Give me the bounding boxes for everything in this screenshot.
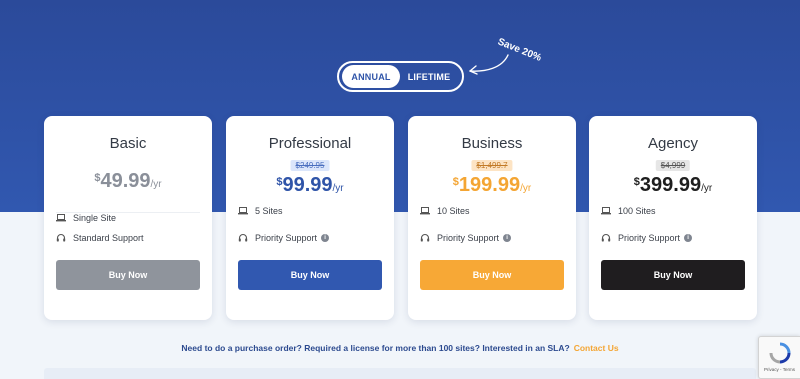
buy-now-button[interactable]: Buy Now <box>56 260 200 290</box>
billing-toggle[interactable]: ANNUAL LIFETIME <box>337 61 464 92</box>
plan-name: Business <box>461 135 523 152</box>
feature-item: Priority Support i <box>420 233 512 243</box>
buy-now-button[interactable]: Buy Now <box>601 260 745 290</box>
plan-card-basic: Basic $49.99/yr Single Site Standard Sup… <box>44 116 212 320</box>
headset-icon <box>601 233 611 243</box>
laptop-icon <box>238 206 248 216</box>
original-price: $249.95 <box>290 160 330 171</box>
plan-price: $49.99/yr <box>94 170 162 192</box>
original-price: $4,999 <box>655 160 691 171</box>
headset-icon <box>420 233 430 243</box>
feature-item: Priority Support i <box>601 233 693 243</box>
info-icon[interactable]: i <box>503 234 512 242</box>
next-section-edge <box>44 368 756 379</box>
feature-item: Single Site <box>56 213 116 223</box>
feature-item: Standard Support <box>56 233 144 243</box>
recaptcha-links[interactable]: Privacy - Terms <box>759 367 800 372</box>
original-price: $1,499.7 <box>471 160 513 171</box>
headset-icon <box>238 233 248 243</box>
buy-now-button[interactable]: Buy Now <box>238 260 382 290</box>
info-icon[interactable]: i <box>684 234 693 242</box>
recaptcha-badge[interactable]: Privacy - Terms <box>758 336 800 379</box>
purchase-order-note: Need to do a purchase order? Required a … <box>181 343 619 353</box>
feature-item: 5 Sites <box>238 206 283 216</box>
plan-price: $199.99/yr <box>452 174 532 196</box>
laptop-icon <box>420 206 430 216</box>
headset-icon <box>56 233 66 243</box>
buy-now-button[interactable]: Buy Now <box>420 260 564 290</box>
info-icon[interactable]: i <box>321 234 330 242</box>
contact-us-link[interactable]: Contact Us <box>574 343 619 353</box>
plan-price: $399.99/yr <box>633 174 713 196</box>
plan-name: Agency <box>647 135 699 152</box>
curved-arrow-icon <box>469 54 509 75</box>
plan-name: Professional <box>268 135 352 152</box>
plan-card-agency: Agency $4,999 $399.99/yr 100 Sites Prior… <box>589 116 757 320</box>
feature-item: Priority Support i <box>238 233 330 243</box>
plan-card-business: Business $1,499.7 $199.99/yr 10 Sites Pr… <box>408 116 576 320</box>
recaptcha-icon <box>769 342 791 364</box>
feature-item: 10 Sites <box>420 206 470 216</box>
plan-card-professional: Professional $249.95 $99.99/yr 5 Sites P… <box>226 116 394 320</box>
feature-item: 100 Sites <box>601 206 656 216</box>
laptop-icon <box>601 206 611 216</box>
plan-name: Basic <box>109 135 147 152</box>
toggle-lifetime[interactable]: LIFETIME <box>400 65 458 88</box>
toggle-annual[interactable]: ANNUAL <box>342 65 400 88</box>
plan-price: $99.99/yr <box>276 174 344 196</box>
laptop-icon <box>56 213 66 223</box>
